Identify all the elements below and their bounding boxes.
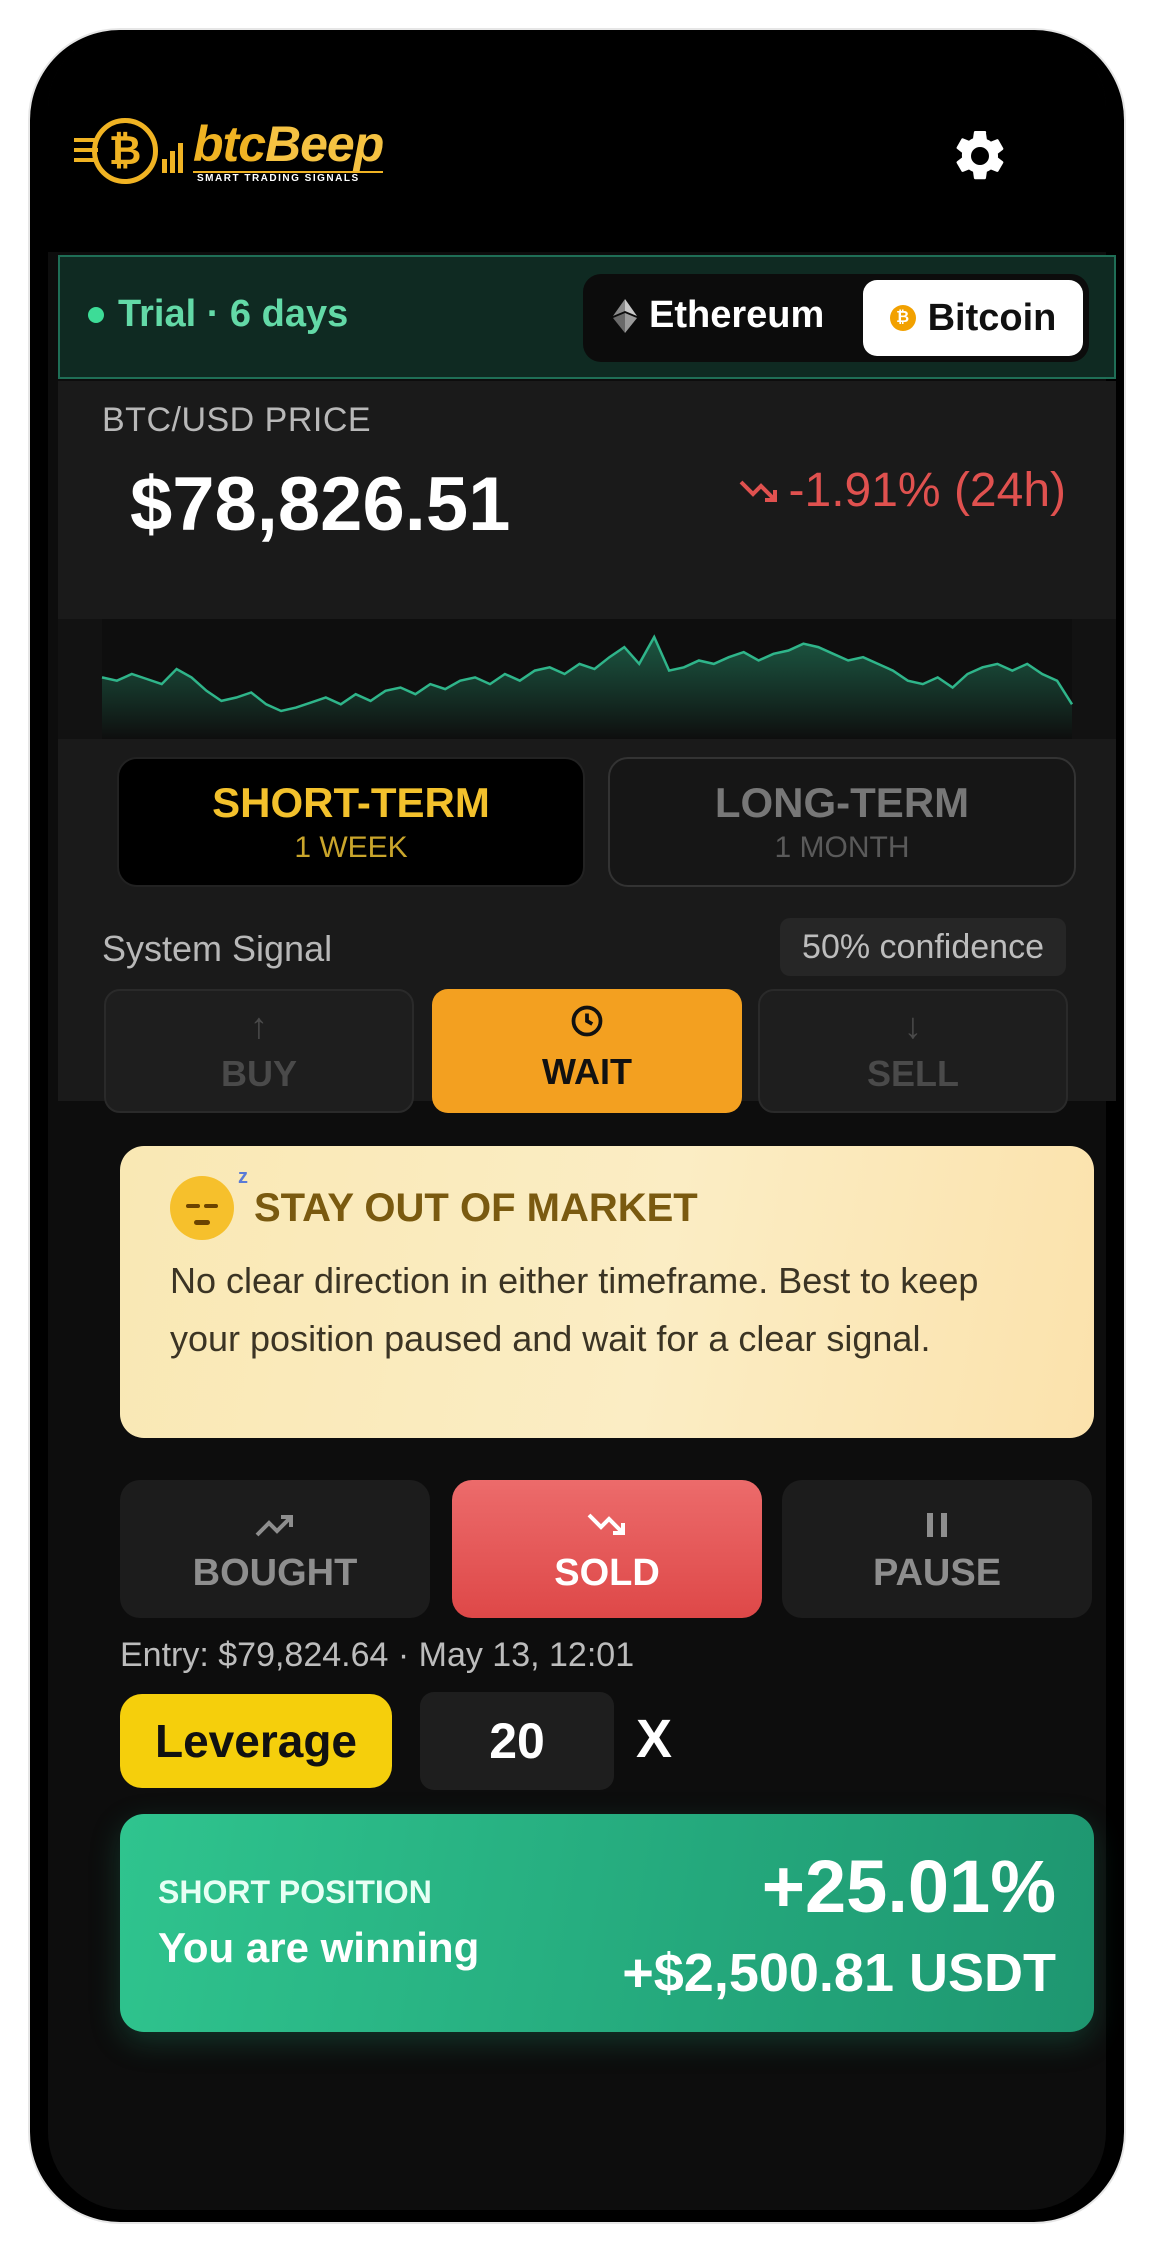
position-result-card: SHORT POSITION You are winning +25.01% +… xyxy=(120,1814,1094,2032)
price-label: BTC/USD PRICE xyxy=(102,401,372,439)
long-term-title: LONG-TERM xyxy=(714,779,970,826)
wait-label: WAIT xyxy=(542,1051,632,1092)
tab-short-term[interactable]: SHORT-TERM 1 WEEK xyxy=(117,757,585,887)
status-dot-icon xyxy=(88,306,104,323)
coin-option-ethereum[interactable]: Ethereum xyxy=(613,294,824,337)
signal-wait-button[interactable]: WAIT xyxy=(432,989,742,1113)
pnl-usd: +$2,500.81 USDT xyxy=(622,1943,1056,2003)
signal-sell-button[interactable]: ↓ SELL xyxy=(758,989,1068,1113)
pause-icon xyxy=(927,1513,947,1537)
brand-name: btcBeep xyxy=(193,115,384,172)
app-header: ₿ btcBeep SMART TRADING SIGNALS xyxy=(48,30,1106,252)
sparkline-area xyxy=(102,637,1072,739)
short-term-subtitle: 1 WEEK xyxy=(294,831,408,864)
short-term-title: SHORT-TERM xyxy=(212,779,490,826)
position-status: You are winning xyxy=(158,1924,480,1971)
entry-info: Entry: $79,824.64 · May 13, 12:01 xyxy=(120,1636,635,1674)
coin-option-bitcoin[interactable]: ₿ Bitcoin xyxy=(863,280,1083,356)
coin-selector: Ethereum ₿ Bitcoin xyxy=(583,274,1089,362)
arrow-up-icon: ↑ xyxy=(250,1005,268,1046)
trial-status: Trial · 6 days xyxy=(88,293,348,336)
bitcoin-label: Bitcoin xyxy=(927,296,1057,339)
position-type: SHORT POSITION xyxy=(158,1874,432,1910)
brand-tagline: SMART TRADING SIGNALS xyxy=(193,170,384,184)
tab-long-term[interactable]: LONG-TERM 1 MONTH xyxy=(608,757,1076,887)
position-sold-button[interactable]: SOLD xyxy=(452,1480,762,1618)
bitcoin-icon: ₿ xyxy=(889,305,916,331)
long-term-subtitle: 1 MONTH xyxy=(774,831,910,864)
advice-title: STAY OUT OF MARKET xyxy=(254,1185,698,1230)
price-change: -1.91% (24h) xyxy=(739,463,1066,518)
ethereum-label: Ethereum xyxy=(649,294,825,336)
chart-left-gutter xyxy=(58,619,102,739)
sell-label: SELL xyxy=(866,1053,959,1094)
advice-text: No clear direction in either timeframe. … xyxy=(170,1260,979,1359)
logo-bars-icon xyxy=(162,129,183,173)
advice-card: z STAY OUT OF MARKET No clear direction … xyxy=(120,1146,1094,1438)
trial-label: Trial · 6 days xyxy=(118,293,349,335)
leverage-input[interactable]: 20 xyxy=(420,1692,614,1790)
price-panel: BTC/USD PRICE $78,826.51 -1.91% (24h) SH… xyxy=(58,381,1116,1113)
sleepy-face-icon: z xyxy=(170,1166,248,1240)
position-bought-button[interactable]: BOUGHT xyxy=(120,1480,430,1618)
bought-label: BOUGHT xyxy=(192,1552,358,1594)
trend-up-icon xyxy=(255,1515,293,1537)
buy-label: BUY xyxy=(220,1053,297,1094)
price-value: $78,826.51 xyxy=(130,462,511,547)
phone-frame: ₿ btcBeep SMART TRADING SIGNALS Trial · … xyxy=(30,30,1124,2222)
arrow-down-icon: ↓ xyxy=(904,1005,922,1046)
leverage-button[interactable]: Leverage xyxy=(120,1694,392,1788)
position-pause-button[interactable]: PAUSE xyxy=(782,1480,1092,1618)
trend-down-icon xyxy=(587,1513,625,1535)
brand-logo: ₿ btcBeep SMART TRADING SIGNALS xyxy=(74,115,384,184)
system-signal-label: System Signal xyxy=(102,928,333,969)
chart-right-gutter xyxy=(1072,619,1116,739)
signal-buy-button[interactable]: ↑ BUY xyxy=(104,989,414,1113)
ethereum-icon xyxy=(613,298,637,333)
trial-bar: Trial · 6 days Ethereum ₿ Bitcoin xyxy=(58,255,1116,379)
price-sparkline-chart xyxy=(58,619,1116,739)
confidence-badge: 50% confidence xyxy=(780,918,1066,976)
gear-icon[interactable] xyxy=(950,126,1010,186)
bitcoin-logo-icon: ₿ xyxy=(92,118,158,184)
pause-label: PAUSE xyxy=(872,1552,1002,1594)
clock-icon xyxy=(571,1005,603,1037)
leverage-suffix: X xyxy=(636,1709,673,1769)
price-change-value: -1.91% (24h) xyxy=(788,464,1066,517)
pnl-percent: +25.01% xyxy=(761,1845,1056,1928)
trend-down-icon xyxy=(739,480,777,502)
sold-label: SOLD xyxy=(554,1552,660,1594)
